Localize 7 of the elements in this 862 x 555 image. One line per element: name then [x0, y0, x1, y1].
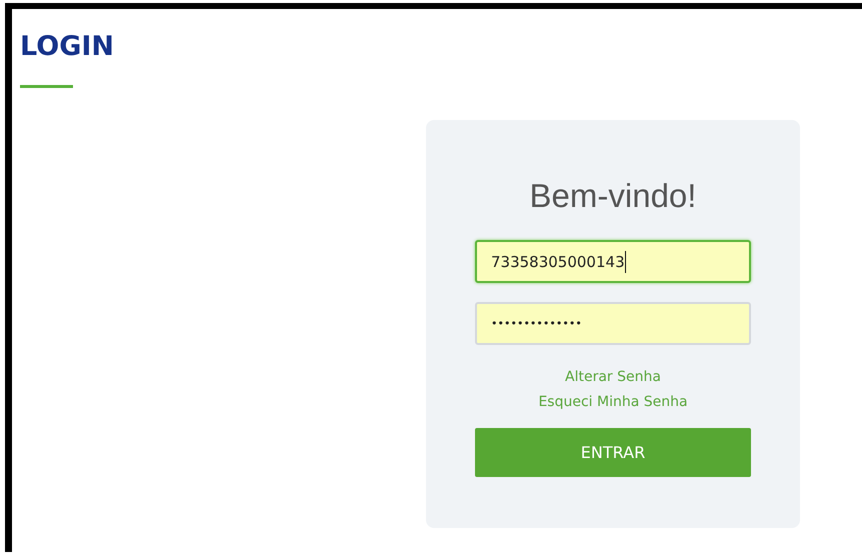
submit-button[interactable]: ENTRAR: [475, 428, 751, 477]
text-link[interactable]: Esqueci Minha Senha: [538, 392, 688, 412]
page-title: LOGIN: [20, 31, 115, 63]
welcome-heading: Bem-vindo!: [530, 176, 696, 216]
username-field[interactable]: 73358305000143: [475, 240, 751, 283]
text-link[interactable]: Alterar Senha: [565, 367, 661, 387]
password-field[interactable]: ••••••••••••••: [475, 302, 751, 345]
